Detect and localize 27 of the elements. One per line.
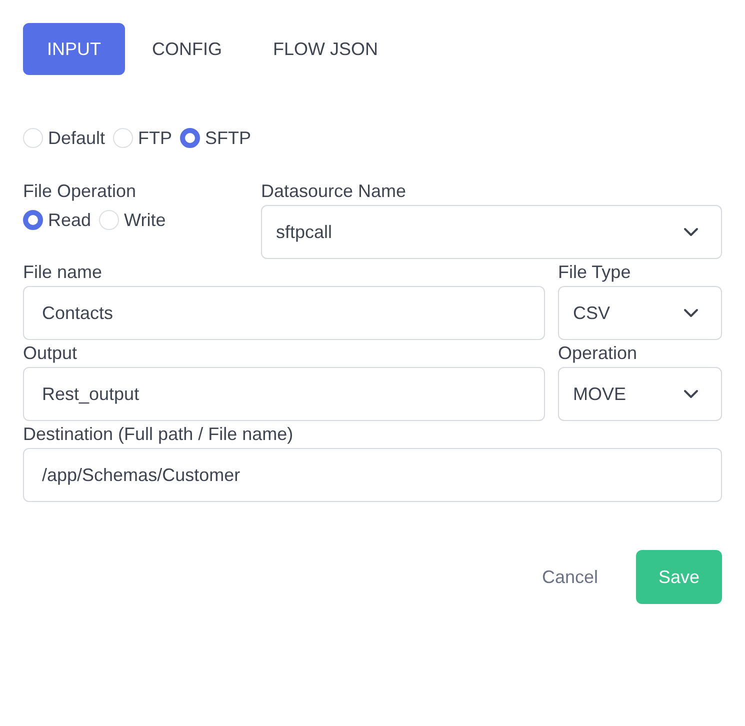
chevron-down-icon — [683, 227, 699, 237]
radio-option[interactable]: Default — [23, 124, 106, 152]
field-label: File name — [23, 261, 104, 284]
input-field[interactable]: Rest_output — [23, 367, 545, 421]
radio-button[interactable] — [180, 128, 200, 148]
field-label: Destination (Full path / File name) — [23, 423, 294, 446]
field-label: Operation — [558, 342, 638, 365]
field-label: Output — [23, 342, 78, 365]
radio-button[interactable] — [23, 210, 43, 230]
input-field[interactable]: /app/Schemas/Customer — [23, 448, 722, 502]
tab[interactable]: FLOW JSON — [249, 23, 402, 75]
field-label: Datasource Name — [261, 180, 408, 203]
tab[interactable]: CONFIG — [128, 23, 246, 75]
tab[interactable]: INPUT — [23, 23, 125, 75]
input-field[interactable]: Contacts — [23, 286, 545, 340]
select-field[interactable]: sftpcall — [261, 205, 722, 259]
select-field[interactable]: MOVE — [558, 367, 722, 421]
radio-option[interactable]: SFTP — [180, 124, 252, 152]
field-label: File Type — [558, 261, 632, 284]
radio-option[interactable]: FTP — [113, 124, 172, 152]
radio-option[interactable]: Read — [23, 206, 92, 234]
chevron-down-icon — [683, 308, 699, 318]
radio-option[interactable]: Write — [99, 206, 166, 234]
field-label: File Operation — [23, 180, 138, 203]
select-field[interactable]: CSV — [558, 286, 722, 340]
cancel-button[interactable]: Cancel — [518, 550, 622, 604]
chevron-down-icon — [683, 389, 699, 399]
